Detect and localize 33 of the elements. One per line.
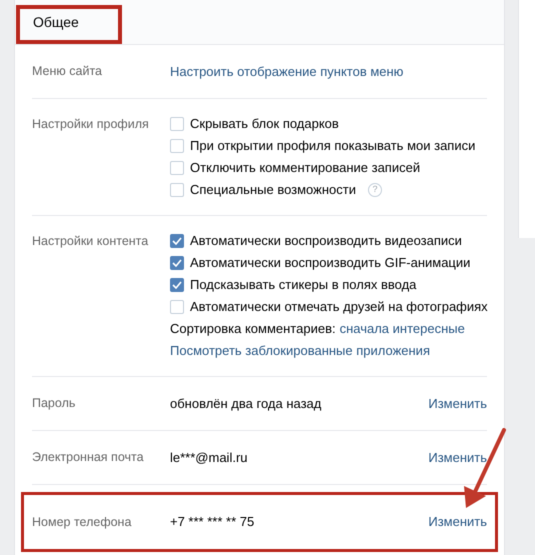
checkbox-label: При открытии профиля показывать мои записи: [190, 137, 476, 156]
settings-link[interactable]: Настроить отображение пунктов меню: [170, 60, 404, 82]
checkbox[interactable]: [170, 139, 184, 153]
section-title: Общее: [33, 12, 79, 32]
change-link[interactable]: Изменить: [428, 512, 487, 532]
checkbox[interactable]: [170, 278, 184, 292]
setting-value: обновлён два года назад: [170, 394, 322, 413]
checkbox-label: Скрывать блок подарков: [190, 115, 339, 134]
settings-link[interactable]: Посмотреть заблокированные приложения: [170, 340, 430, 362]
checkbox-label: Отключить комментирование записей: [190, 159, 420, 178]
checkbox-label: Специальные возможности: [190, 181, 356, 200]
row-label: Настройки контента: [32, 233, 150, 250]
sort-label: Сортировка комментариев:: [170, 320, 336, 338]
checkbox-label: Подсказывать стикеры в полях ввода: [190, 276, 416, 294]
row-label: Номер телефона: [32, 514, 132, 531]
checkbox-label: Автоматически воспроизводить видеозаписи: [190, 232, 462, 250]
checkbox-label: Автоматически отмечать друзей на фотографиях: [190, 298, 488, 316]
row-label: Пароль: [32, 395, 76, 412]
checkbox-label: Автоматически воспроизводить GIF-анимации: [190, 254, 470, 272]
checkbox[interactable]: [170, 183, 184, 197]
row-label: Меню сайта: [32, 63, 103, 80]
setting-value: le***@mail.ru: [170, 448, 248, 467]
row-label: Настройки профиля: [32, 116, 150, 133]
row-label: Электронная почта: [32, 449, 145, 466]
change-link[interactable]: Изменить: [428, 448, 487, 468]
checkbox[interactable]: [170, 300, 184, 314]
setting-value: +7 *** *** ** 75: [170, 513, 254, 532]
checkbox[interactable]: [170, 234, 184, 248]
checkbox[interactable]: [170, 256, 184, 270]
checkbox[interactable]: [170, 161, 184, 175]
change-link[interactable]: Изменить: [428, 394, 487, 414]
sort-link[interactable]: сначала интересные: [340, 318, 465, 340]
checkbox[interactable]: [170, 117, 184, 131]
